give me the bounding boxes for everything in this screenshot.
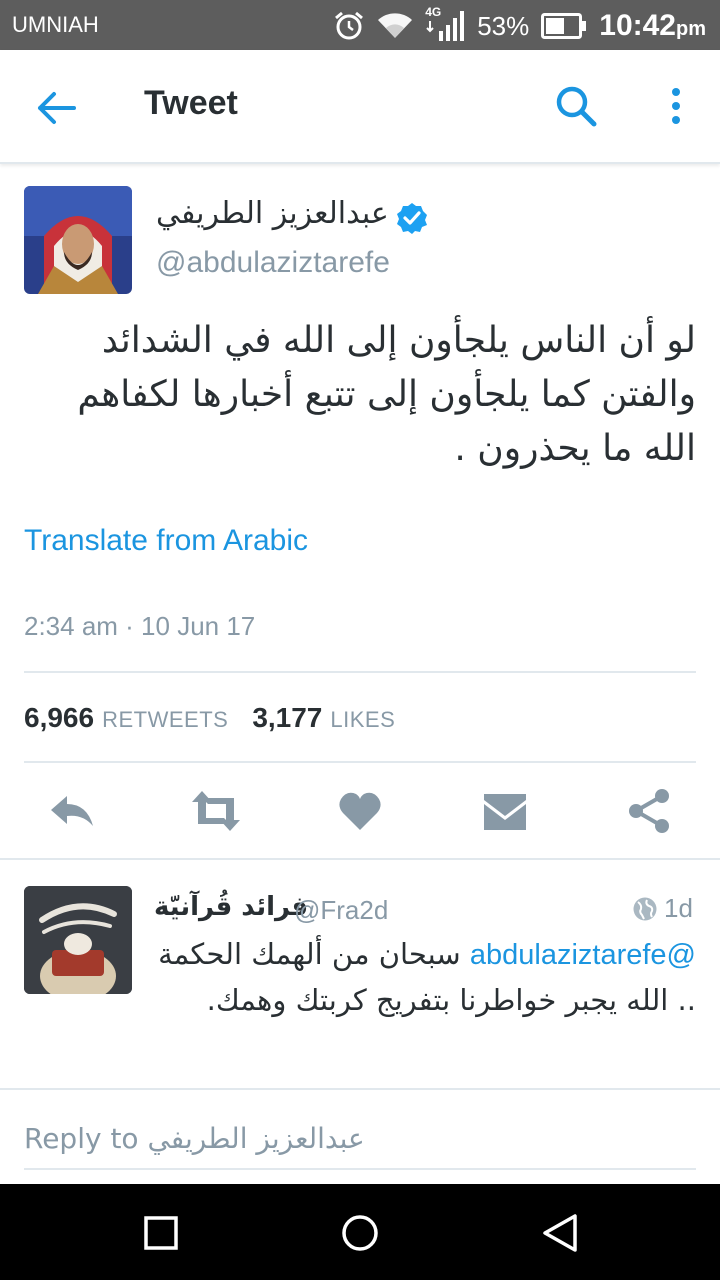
reply-time: 1d: [664, 893, 693, 923]
like-icon[interactable]: [335, 786, 385, 836]
retweet-icon[interactable]: [188, 786, 244, 836]
search-icon[interactable]: [552, 82, 600, 130]
back-arrow-icon[interactable]: [34, 86, 78, 130]
reply-mention[interactable]: @abdulaziztarefe: [470, 939, 696, 971]
reply-author-avatar[interactable]: [24, 886, 132, 994]
reply-author-handle[interactable]: @Fra2d: [294, 895, 388, 926]
globe-icon: [633, 897, 657, 921]
battery-icon: [541, 13, 587, 39]
status-bar: UMNIAH 4G 53% 10:42pm: [0, 0, 720, 50]
author-handle[interactable]: @abdulaziztarefe: [156, 246, 390, 280]
author-name[interactable]: عبدالعزيز الطريفي: [156, 196, 389, 231]
status-bar-right: 4G 53% 10:42pm: [333, 5, 706, 46]
section-divider: [0, 858, 720, 860]
clock-suffix: pm: [676, 18, 706, 40]
divider: [24, 671, 696, 673]
reply-input[interactable]: [24, 1108, 696, 1170]
system-nav-bar: [0, 1184, 720, 1280]
tweet-stats: 6,966 RETWEETS 3,177 LIKES: [24, 702, 395, 734]
back-icon[interactable]: [535, 1208, 585, 1258]
reply-text: @abdulaziztarefe سبحان من ألهمك الحكمة .…: [154, 932, 696, 1023]
battery-percent: 53%: [477, 10, 530, 41]
divider: [24, 761, 696, 763]
reply-bar: [0, 1088, 720, 1186]
translate-link[interactable]: Translate from Arabic: [24, 524, 308, 558]
author-avatar[interactable]: [24, 186, 132, 294]
recent-apps-icon[interactable]: [136, 1208, 186, 1258]
tweet-timestamp: 2:34 am · 10 Jun 17: [24, 611, 256, 641]
retweets-count[interactable]: 6,966: [24, 702, 94, 734]
direct-message-icon[interactable]: [480, 786, 530, 836]
wifi-icon: [378, 13, 413, 38]
home-icon[interactable]: [335, 1208, 385, 1258]
alarm-icon: [335, 11, 364, 40]
app-bar: Tweet: [0, 50, 720, 164]
reply-author-name[interactable]: فرائد قُرآنيّة: [154, 892, 308, 922]
page-title: Tweet: [144, 84, 238, 122]
carrier-name: UMNIAH: [12, 12, 99, 37]
reply-icon[interactable]: [47, 786, 97, 836]
more-vertical-icon[interactable]: [664, 86, 688, 130]
likes-count[interactable]: 3,177: [252, 702, 322, 734]
retweets-label[interactable]: RETWEETS: [102, 707, 228, 733]
cell-signal-icon: 4G: [425, 5, 465, 43]
share-icon[interactable]: [624, 786, 674, 836]
tweet-text: لو أن الناس يلجأون إلى الله في الشدائد و…: [77, 320, 696, 469]
clock-time: 10:42: [599, 9, 676, 42]
likes-label[interactable]: LIKES: [330, 707, 395, 733]
clock: 10:42pm: [599, 9, 706, 43]
verified-badge-icon: [397, 203, 427, 234]
